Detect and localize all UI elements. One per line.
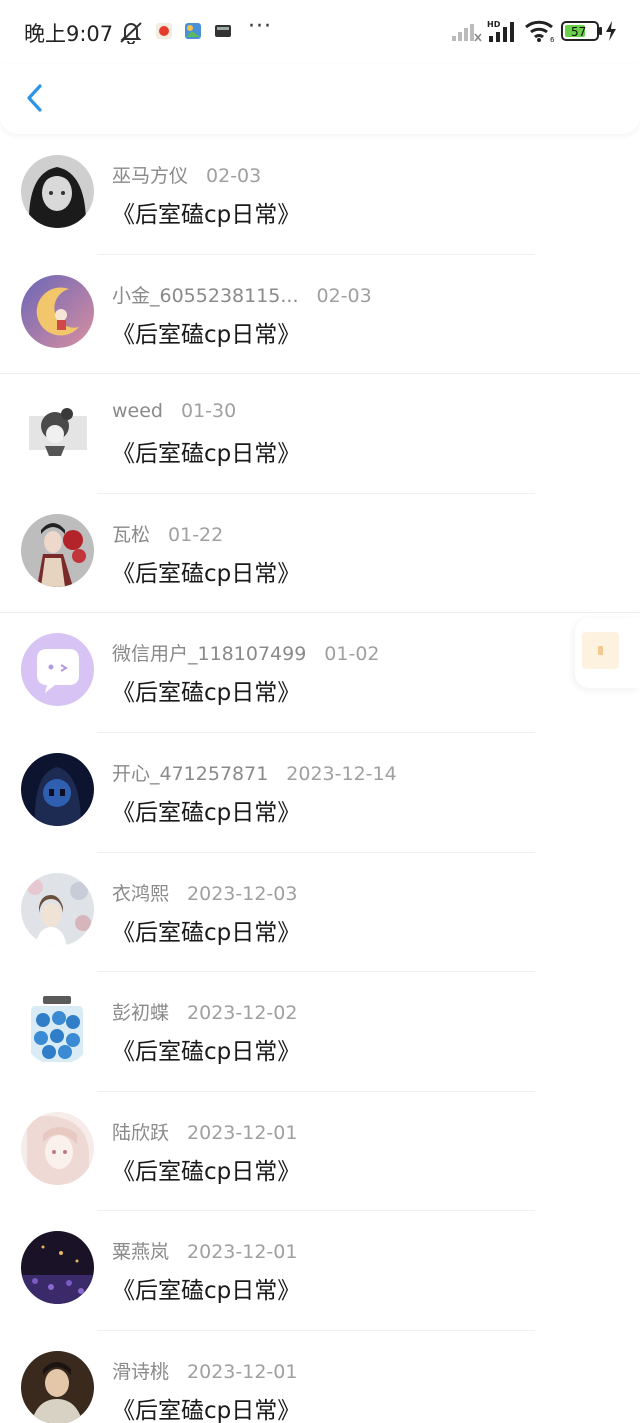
item-date: 2023-12-03	[187, 882, 298, 905]
user-name: 巫马方仪	[112, 165, 189, 187]
user-name: 滑诗桃	[112, 1360, 170, 1383]
wifi-icon: 6	[524, 19, 556, 47]
user-name: 小金_6055238115...	[112, 284, 299, 307]
avatar	[21, 1231, 94, 1305]
list-item[interactable]: 微信用户_118107499 01-02 《后室磕cp日常》	[0, 613, 640, 733]
nav-bar	[0, 64, 640, 134]
item-meta: 巫马方仪 02-03	[112, 161, 261, 188]
svg-text:6: 6	[550, 36, 555, 43]
avatar	[21, 633, 94, 707]
item-title: 《后室磕cp日常》	[112, 321, 301, 348]
svg-text:57: 57	[571, 25, 586, 39]
item-date: 2023-12-01	[187, 1360, 298, 1383]
avatar	[21, 513, 94, 587]
avatar	[21, 394, 94, 468]
list-item[interactable]: 小金_6055238115... 02-03 《后室磕cp日常》	[0, 255, 640, 375]
item-title: 《后室磕cp日常》	[112, 1278, 301, 1305]
item-title: 《后室磕cp日常》	[112, 1158, 301, 1185]
item-date: 2023-12-14	[286, 762, 397, 785]
item-title: 《后室磕cp日常》	[112, 799, 301, 826]
user-name: 彭初蝶	[112, 1002, 170, 1025]
user-name: 瓦松	[112, 523, 151, 546]
item-meta: 瓦松 01-22	[112, 520, 223, 547]
avatar	[21, 274, 94, 348]
avatar	[21, 872, 94, 946]
item-date: 01-02	[324, 643, 380, 666]
gift-icon	[582, 632, 619, 669]
user-list: 巫马方仪 02-03 《后室磕cp日常》 小金_6055238115... 02-0…	[0, 135, 640, 1423]
avatar	[21, 1111, 94, 1185]
item-title: 《后室磕cp日常》	[112, 1397, 301, 1423]
item-title: 《后室磕cp日常》	[112, 560, 301, 587]
list-item[interactable]: 衣鸿熙 2023-12-03 《后室磕cp日常》	[0, 853, 640, 973]
item-meta: 微信用户_118107499 01-02	[112, 639, 380, 666]
status-time: 晚上9:07	[24, 22, 114, 46]
list-item[interactable]: 陆欣跃 2023-12-01 《后室磕cp日常》	[0, 1092, 640, 1212]
item-date: 2023-12-02	[187, 1002, 298, 1025]
avatar	[21, 752, 94, 826]
user-name: 衣鸿熙	[112, 882, 170, 905]
avatar	[21, 1350, 94, 1423]
list-item[interactable]: 巫马方仪 02-03 《后室磕cp日常》	[0, 135, 640, 255]
item-date: 02-03	[206, 165, 262, 187]
item-meta: 粟燕岚 2023-12-01	[112, 1237, 297, 1264]
back-button[interactable]	[18, 78, 54, 118]
status-bar: 晚上9:07 ··· HD 6 57	[0, 0, 640, 64]
item-date: 2023-12-01	[187, 1121, 298, 1144]
item-title: 《后室磕cp日常》	[112, 680, 301, 707]
gallery-notification-icon	[184, 22, 202, 44]
list-item[interactable]: 开心_471257871 2023-12-14 《后室磕cp日常》	[0, 733, 640, 853]
item-meta: 衣鸿熙 2023-12-03	[112, 879, 297, 906]
chevron-left-icon	[27, 84, 42, 112]
item-meta: 小金_6055238115... 02-03	[112, 281, 372, 308]
hd-signal-icon: HD	[487, 19, 519, 47]
item-title: 《后室磕cp日常》	[112, 1039, 301, 1066]
mute-icon	[117, 20, 145, 48]
battery-icon: 57	[561, 21, 603, 45]
media-notification-icon	[214, 22, 232, 44]
item-date: 01-30	[180, 400, 237, 423]
item-meta: 彭初蝶 2023-12-02	[112, 998, 297, 1025]
avatar	[21, 992, 94, 1066]
user-name: 开心_471257871	[112, 762, 269, 785]
list-item[interactable]: 瓦松 01-22 《后室磕cp日常》	[0, 494, 640, 614]
signal-icon	[452, 22, 482, 46]
item-title: 《后室磕cp日常》	[112, 441, 301, 468]
item-meta: 陆欣跃 2023-12-01	[112, 1118, 297, 1145]
item-date: 01-22	[168, 523, 224, 546]
floating-gift-button[interactable]	[575, 618, 640, 688]
user-name: 微信用户_118107499	[112, 643, 307, 666]
more-notifications-icon: ···	[248, 14, 272, 39]
user-name: 粟燕岚	[112, 1241, 170, 1264]
item-meta: 开心_471257871 2023-12-14	[112, 759, 397, 786]
charging-icon	[605, 21, 617, 45]
item-meta: weed 01-30	[112, 400, 236, 422]
list-item[interactable]: 粟燕岚 2023-12-01 《后室磕cp日常》	[0, 1211, 640, 1331]
item-title: 《后室磕cp日常》	[112, 919, 301, 946]
item-meta: 滑诗桃 2023-12-01	[112, 1357, 297, 1384]
list-item[interactable]: weed 01-30 《后室磕cp日常》	[0, 374, 640, 494]
user-name: weed	[112, 400, 163, 423]
svg-text:HD: HD	[487, 20, 501, 29]
item-date: 2023-12-01	[187, 1241, 298, 1264]
avatar	[21, 155, 94, 228]
list-item[interactable]: 彭初蝶 2023-12-02 《后室磕cp日常》	[0, 972, 640, 1092]
app-notification-icon	[155, 22, 173, 44]
item-date: 02-03	[316, 284, 372, 307]
item-title: 《后室磕cp日常》	[112, 202, 301, 228]
list-item[interactable]: 滑诗桃 2023-12-01 《后室磕cp日常》	[0, 1331, 640, 1423]
user-name: 陆欣跃	[112, 1121, 170, 1144]
